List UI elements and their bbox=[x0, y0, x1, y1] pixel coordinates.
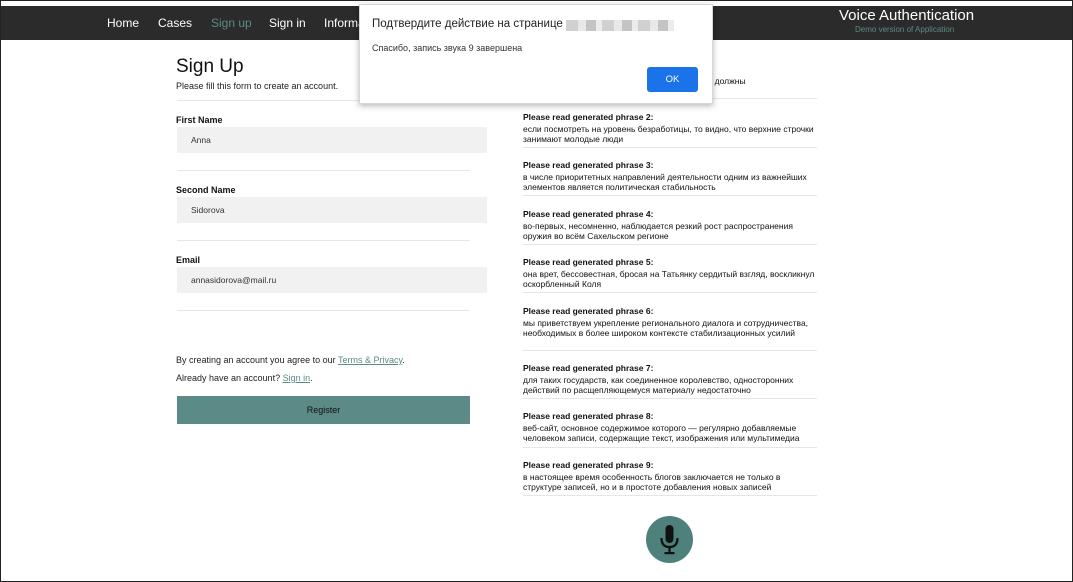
record-button[interactable] bbox=[646, 516, 693, 563]
email-field[interactable] bbox=[177, 267, 487, 293]
second-name-label: Second Name bbox=[176, 185, 236, 195]
phrase-item: Please read generated phrase 7: для таки… bbox=[523, 363, 817, 395]
dialog-title: Подтвердите действие на странице bbox=[372, 18, 563, 30]
nav-cases[interactable]: Cases bbox=[158, 6, 192, 40]
divider bbox=[523, 244, 817, 245]
phrase-label: Please read generated phrase 4: bbox=[523, 209, 654, 219]
phrase-item: Please read generated phrase 2: если пос… bbox=[523, 112, 817, 144]
phrase-text: для таких государств, как соединенное ко… bbox=[523, 375, 794, 395]
second-name-field[interactable] bbox=[177, 197, 487, 223]
nav-home[interactable]: Home bbox=[107, 6, 139, 40]
microphone-icon bbox=[660, 525, 679, 555]
divider bbox=[177, 240, 470, 241]
register-button[interactable]: Register bbox=[177, 396, 470, 424]
terms-privacy-link[interactable]: Terms & Privacy bbox=[338, 355, 402, 365]
page-subtitle: Please fill this form to create an accou… bbox=[176, 81, 339, 91]
signin-text: Already have an account? Sign in. bbox=[176, 373, 313, 383]
signin-suffix: . bbox=[310, 373, 313, 383]
dialog-message: Спасибо, запись звука 9 завершена bbox=[372, 43, 523, 53]
divider bbox=[523, 147, 817, 148]
divider bbox=[177, 310, 470, 311]
nav-sign-up[interactable]: Sign up bbox=[211, 6, 252, 40]
phrase-label: Please read generated phrase 8: bbox=[523, 411, 654, 421]
phrase-text: если посмотреть на уровень безработицы, … bbox=[523, 124, 814, 144]
phrase-label: Please read generated phrase 5: bbox=[523, 257, 654, 267]
terms-text: By creating an account you agree to our … bbox=[176, 355, 405, 365]
divider bbox=[523, 350, 817, 351]
phrase-label: Please read generated phrase 2: bbox=[523, 112, 654, 122]
phrase-text: в настоящее время особенность блогов зак… bbox=[523, 472, 781, 492]
sign-in-link[interactable]: Sign in bbox=[283, 373, 311, 383]
phrase-text: в числе приоритетных направлений деятель… bbox=[523, 172, 807, 192]
terms-suffix: . bbox=[402, 355, 405, 365]
phrase-label: Please read generated phrase 7: bbox=[523, 363, 654, 373]
divider bbox=[523, 447, 817, 448]
phrase-text: мы приветствуем укрепление регионального… bbox=[523, 318, 809, 338]
redacted-origin bbox=[566, 20, 674, 31]
phrase-label: Please read generated phrase 9: bbox=[523, 460, 654, 470]
phrase-item: Please read generated phrase 8: веб-сайт… bbox=[523, 411, 817, 443]
first-name-label: First Name bbox=[176, 115, 223, 125]
phrase-item: Please read generated phrase 5: она врет… bbox=[523, 257, 817, 289]
phrase-label: Please read generated phrase 6: bbox=[523, 306, 654, 316]
signin-prefix: Already have an account? bbox=[176, 373, 283, 383]
phrase-text: веб-сайт, основное содержимое которого —… bbox=[523, 423, 800, 443]
divider bbox=[177, 170, 470, 171]
phrase-item: Please read generated phrase 3: в числе … bbox=[523, 160, 817, 192]
phrase-item: Please read generated phrase 6: мы приве… bbox=[523, 306, 817, 338]
browser-viewport: Home Cases Sign up Sign in Informa Voice… bbox=[0, 0, 1073, 582]
phrase-text: она врет, бессовестная, бросая на Татьян… bbox=[523, 269, 815, 289]
phrase-item: Please read generated phrase 4: во-первы… bbox=[523, 209, 817, 241]
phrase-label: Please read generated phrase 3: bbox=[523, 160, 654, 170]
ok-button[interactable]: OK bbox=[647, 67, 698, 92]
divider bbox=[523, 195, 817, 196]
page-title: Sign Up bbox=[176, 56, 244, 77]
confirm-dialog: Подтвердите действие на странице Спасибо… bbox=[359, 4, 713, 104]
divider bbox=[523, 398, 817, 399]
nav-sign-in[interactable]: Sign in bbox=[269, 6, 306, 40]
divider bbox=[523, 495, 817, 496]
phrase-item: Please read generated phrase 9: в настоя… bbox=[523, 460, 817, 492]
terms-prefix: By creating an account you agree to our bbox=[176, 355, 338, 365]
brand-title: Voice Authentication bbox=[839, 7, 975, 24]
phrase-text: во-первых, несомненно, наблюдается резки… bbox=[523, 221, 793, 241]
first-name-field[interactable] bbox=[177, 127, 487, 153]
brand-subtitle: Demo version of Application bbox=[855, 25, 955, 34]
divider bbox=[523, 292, 817, 293]
email-label: Email bbox=[176, 255, 201, 265]
